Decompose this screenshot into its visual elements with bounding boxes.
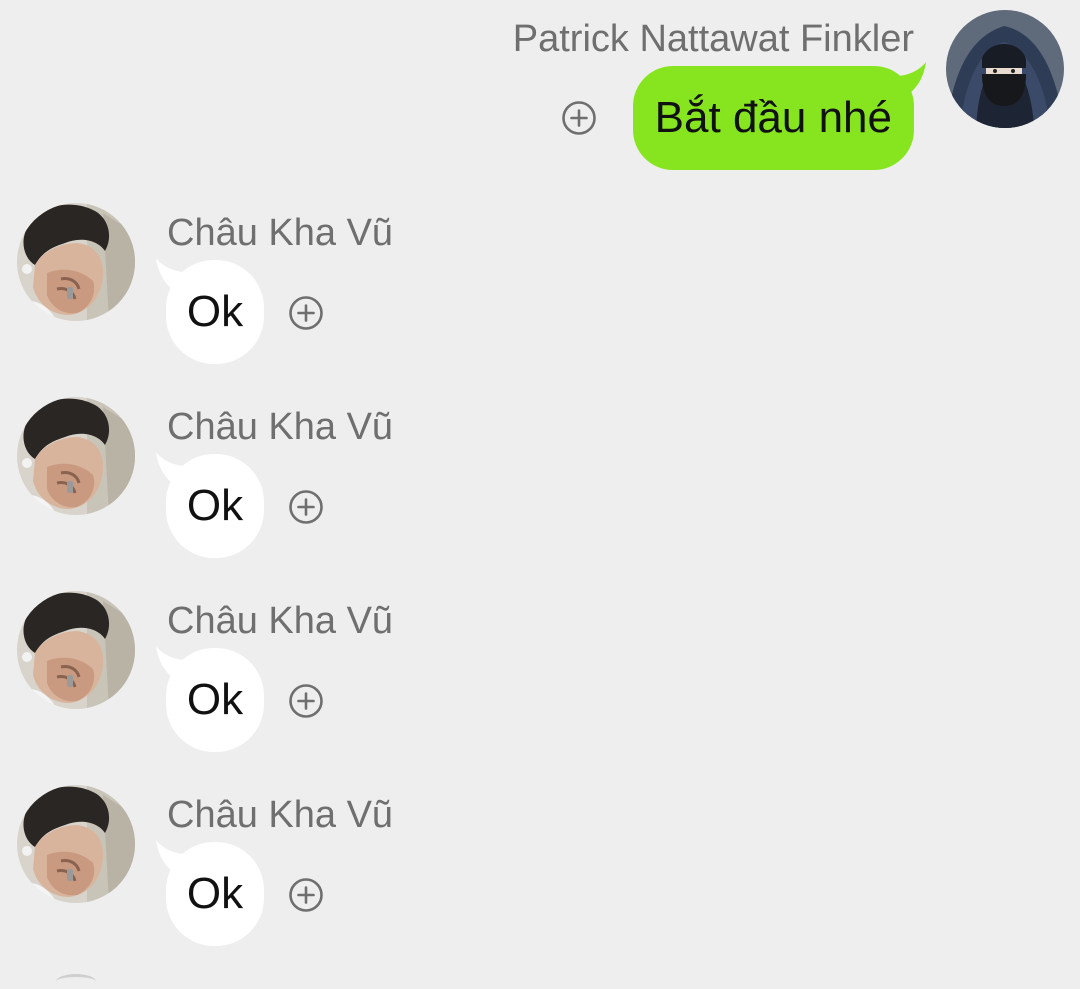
next-avatar-peek <box>56 974 96 989</box>
message-bubble-incoming[interactable]: Ok <box>166 260 264 364</box>
bubble-tail <box>896 62 926 96</box>
message-bubble-incoming[interactable]: Ok <box>166 842 264 946</box>
avatar-chau-kha-vu[interactable] <box>17 203 135 321</box>
plus-circle-icon[interactable] <box>288 295 324 331</box>
avatar-patrick[interactable] <box>946 10 1064 128</box>
sender-name-chau-kha-vu: Châu Kha Vũ <box>167 600 394 642</box>
avatar-chau-kha-vu[interactable] <box>17 397 135 515</box>
sender-name-chau-kha-vu: Châu Kha Vũ <box>167 794 394 836</box>
plus-circle-icon[interactable] <box>288 877 324 913</box>
sender-name-chau-kha-vu: Châu Kha Vũ <box>167 406 394 448</box>
plus-circle-icon[interactable] <box>288 683 324 719</box>
message-bubble-outgoing[interactable]: Bắt đầu nhé <box>632 66 914 170</box>
sender-name-chau-kha-vu: Châu Kha Vũ <box>167 212 394 254</box>
message-bubble-incoming[interactable]: Ok <box>166 648 264 752</box>
sender-name-patrick: Patrick Nattawat Finkler <box>512 18 914 60</box>
message-bubble-incoming[interactable]: Ok <box>166 454 264 558</box>
avatar-chau-kha-vu[interactable] <box>17 591 135 709</box>
plus-circle-icon[interactable] <box>288 489 324 525</box>
avatar-chau-kha-vu[interactable] <box>17 785 135 903</box>
plus-circle-icon[interactable] <box>561 100 597 136</box>
chat-thread: Patrick Nattawat Finkler Bắt đầu nhé Châ… <box>0 0 1080 980</box>
